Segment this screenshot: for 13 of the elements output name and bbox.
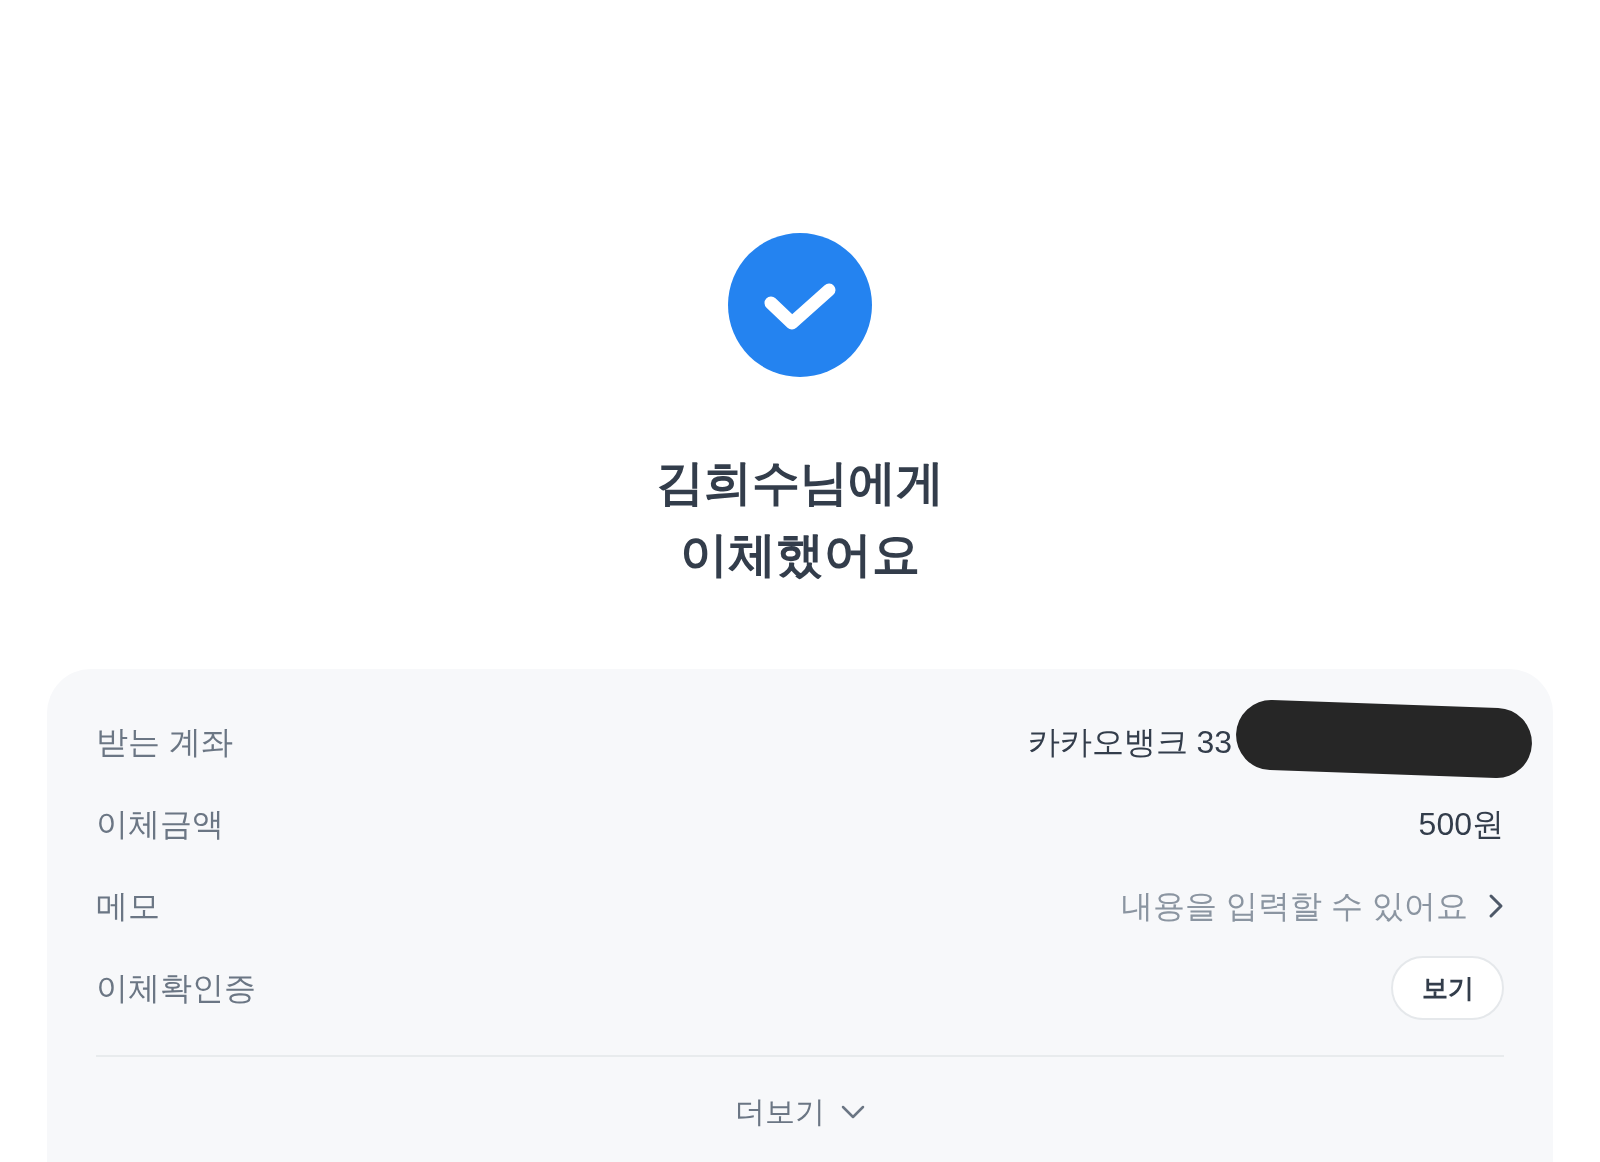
detail-value: 카카오뱅크 33 xyxy=(1027,723,1232,762)
memo-link[interactable]: 내용을 입력할 수 있어요 xyxy=(1121,882,1504,930)
detail-value: 500원 xyxy=(1418,805,1504,844)
chevron-down-icon xyxy=(841,1104,865,1119)
view-button[interactable]: 보기 xyxy=(1391,956,1504,1020)
detail-label: 받는 계좌 xyxy=(96,723,233,762)
chevron-right-icon xyxy=(1488,893,1504,919)
detail-label: 이체확인증 xyxy=(96,969,256,1008)
more-button[interactable]: 더보기 xyxy=(735,1089,865,1134)
check-circle-icon xyxy=(728,233,872,377)
detail-label: 메모 xyxy=(96,887,160,926)
result-title: 김희수님에게 이체했어요 xyxy=(656,455,944,583)
detail-label: 이체금액 xyxy=(96,805,224,844)
